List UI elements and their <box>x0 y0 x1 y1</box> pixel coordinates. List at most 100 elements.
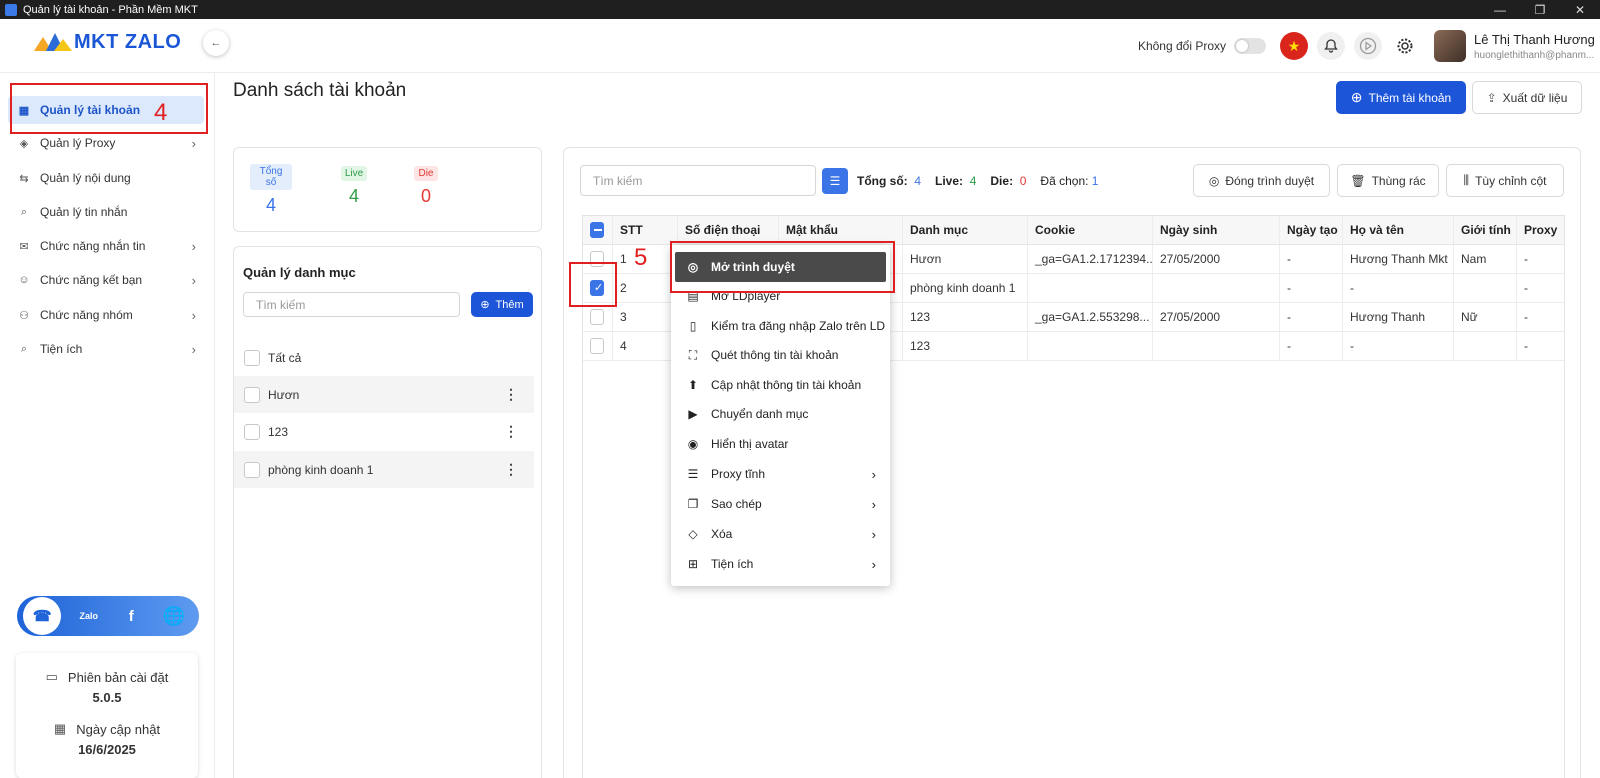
play-icon[interactable] <box>1354 32 1382 60</box>
column-header[interactable]: Họ và tên <box>1343 216 1454 244</box>
category-search-input[interactable]: Tìm kiếm <box>243 292 460 317</box>
app-logo[interactable]: MKT ZALO <box>34 31 181 54</box>
category-item[interactable]: 123 ⋮ <box>234 413 534 450</box>
filter-button[interactable]: ☰ <box>822 168 848 194</box>
vietnam-flag-icon[interactable]: ★ <box>1280 32 1308 60</box>
menu-item-static-proxy[interactable]: ☰ Proxy tĩnh › <box>675 459 886 489</box>
column-header[interactable]: Cookie <box>1028 216 1153 244</box>
category-item[interactable]: Hươn ⋮ <box>234 376 534 413</box>
menu-item-label: Chuyển danh mục <box>711 407 809 421</box>
cell-cookie: _ga=GA1.2.553298... <box>1028 303 1153 331</box>
column-header[interactable]: Giới tính <box>1454 216 1517 244</box>
proxy-toggle[interactable] <box>1234 38 1266 54</box>
server-icon: ☰ <box>687 467 699 481</box>
menu-item-update-info[interactable]: ⬆ Cập nhật thông tin tài khoản <box>675 370 886 400</box>
close-browser-button[interactable]: ◎ Đóng trình duyệt <box>1193 164 1330 197</box>
more-vert-icon[interactable]: ⋮ <box>504 461 518 478</box>
globe-icon[interactable]: 🌐 <box>159 601 189 631</box>
selected-count-value: 1 <box>1091 174 1099 188</box>
trash-button[interactable]: 🗑 Thùng rác <box>1337 164 1439 197</box>
category-item[interactable]: phòng kinh doanh 1 ⋮ <box>234 451 534 488</box>
category-label: Hươn <box>268 387 300 402</box>
cell-stt: 4 <box>613 332 678 360</box>
column-header[interactable]: STT <box>613 216 678 244</box>
add-account-label: Thêm tài khoản <box>1368 90 1452 105</box>
close-window-button[interactable]: ✕ <box>1560 3 1600 17</box>
more-vert-icon[interactable]: ⋮ <box>504 386 518 403</box>
page-title: Danh sách tài khoản <box>233 80 407 101</box>
sidebar-item-friends[interactable]: ☺ Chức năng kết bạn › <box>8 266 204 294</box>
window-title: Quản lý tài khoản - Phần Mềm MKT <box>23 3 198 16</box>
collapse-sidebar-button[interactable]: ← <box>203 30 229 56</box>
row-checkbox[interactable] <box>590 309 604 325</box>
notification-bell-icon[interactable] <box>1317 32 1345 60</box>
category-checkbox[interactable] <box>244 349 260 366</box>
add-account-button[interactable]: ⊕ Thêm tài khoản <box>1336 81 1466 114</box>
category-item-all[interactable]: Tất cả <box>234 339 534 376</box>
app-icon <box>5 3 17 16</box>
chevron-right-icon: › <box>871 496 876 512</box>
column-header[interactable]: Ngày tạo <box>1280 216 1343 244</box>
group-icon: ⚇ <box>19 309 29 322</box>
chat-icon: ✉ <box>19 240 29 253</box>
account-search-input[interactable]: Tìm kiếm <box>580 165 816 196</box>
chevron-right-icon: › <box>871 526 876 542</box>
more-vert-icon[interactable]: ⋮ <box>504 423 518 440</box>
user-info[interactable]: Lê Thị Thanh Hương huonglethithanh@phanm… <box>1474 32 1600 61</box>
column-header[interactable]: Mật khẩu <box>779 216 903 244</box>
add-category-label: Thêm <box>495 298 524 311</box>
menu-item-show-avatar[interactable]: ◉ Hiển thị avatar <box>675 429 886 459</box>
column-header[interactable]: Số điện thoại <box>678 216 779 244</box>
menu-item-scan-info[interactable]: ⛶ Quét thông tin tài khoản <box>675 340 886 370</box>
row-checkbox[interactable] <box>590 338 604 354</box>
menu-item-move-category[interactable]: ▶ Chuyển danh mục <box>675 399 886 429</box>
column-header[interactable]: Proxy <box>1517 216 1564 244</box>
menu-item-label: Sao chép <box>711 497 762 511</box>
chevron-right-icon: › <box>191 272 196 288</box>
menu-item-utilities[interactable]: ⊞ Tiện ích › <box>675 549 886 579</box>
select-all-checkbox[interactable] <box>590 222 604 238</box>
logo-mark-icon <box>34 32 72 54</box>
version-label: Phiên bản cài đặt <box>67 669 169 685</box>
version-card: ▭ Phiên bản cài đặt 5.0.5 ▦ Ngày cập nhậ… <box>16 653 198 778</box>
version-icon: ▭ <box>45 669 58 684</box>
category-checkbox[interactable] <box>244 461 260 478</box>
menu-item-check-zalo-login[interactable]: ▯ Kiểm tra đăng nhập Zalo trên LD <box>675 311 886 341</box>
stat-live-label: Live <box>340 166 368 181</box>
category-checkbox[interactable] <box>244 423 260 440</box>
annotation-number-5: 5 <box>634 244 648 271</box>
menu-item-delete[interactable]: ◇ Xóa › <box>675 519 886 549</box>
chevron-right-icon: › <box>871 556 876 572</box>
customize-columns-button[interactable]: ⫼ Tùy chỉnh cột <box>1446 164 1564 197</box>
column-header[interactable]: Ngày sinh <box>1153 216 1280 244</box>
user-email: huonglethithanh@phanm... <box>1474 49 1595 61</box>
plus-circle-icon: ⊕ <box>480 299 490 311</box>
sidebar-item-messages[interactable]: ⌕ Quản lý tin nhắn <box>8 198 204 226</box>
sidebar-item-content[interactable]: ⇆ Quản lý nội dung <box>8 164 204 192</box>
social-links-bar: ☎ Zalo f 🌐 <box>17 596 199 636</box>
cell-fullname: Hương Thanh Mkt <box>1343 245 1454 273</box>
category-checkbox[interactable] <box>244 386 260 403</box>
trash-label: Thùng rác <box>1371 173 1426 188</box>
sidebar-item-groups[interactable]: ⚇ Chức năng nhóm › <box>8 301 204 329</box>
menu-item-copy[interactable]: ❐ Sao chép › <box>675 489 886 519</box>
facebook-icon[interactable]: f <box>116 601 146 631</box>
live-count-label: Live: <box>935 174 964 188</box>
zalo-icon[interactable]: Zalo <box>74 601 104 631</box>
widgets-icon: ⊞ <box>687 557 699 571</box>
die-count-label: Die: <box>990 174 1014 188</box>
user-avatar[interactable] <box>1434 30 1466 62</box>
total-count-label: Tổng số: <box>857 174 908 188</box>
minimize-button[interactable]: — <box>1480 3 1520 17</box>
cell-category: 123 <box>903 332 1028 360</box>
cell-gender: Nam <box>1454 245 1517 273</box>
sidebar-item-messaging[interactable]: ✉ Chức năng nhắn tin › <box>8 232 204 260</box>
add-category-button[interactable]: ⊕ Thêm <box>471 292 533 317</box>
settings-gear-icon[interactable] <box>1391 32 1419 60</box>
cell-birthday <box>1153 332 1280 360</box>
support-icon[interactable]: ☎ <box>23 597 62 635</box>
maximize-button[interactable]: ❐ <box>1520 3 1560 17</box>
export-button[interactable]: ⇪ Xuất dữ liệu <box>1472 81 1582 114</box>
column-header[interactable]: Danh mục <box>903 216 1028 244</box>
sidebar-item-utilities[interactable]: ⌕ Tiện ích › <box>8 335 204 363</box>
